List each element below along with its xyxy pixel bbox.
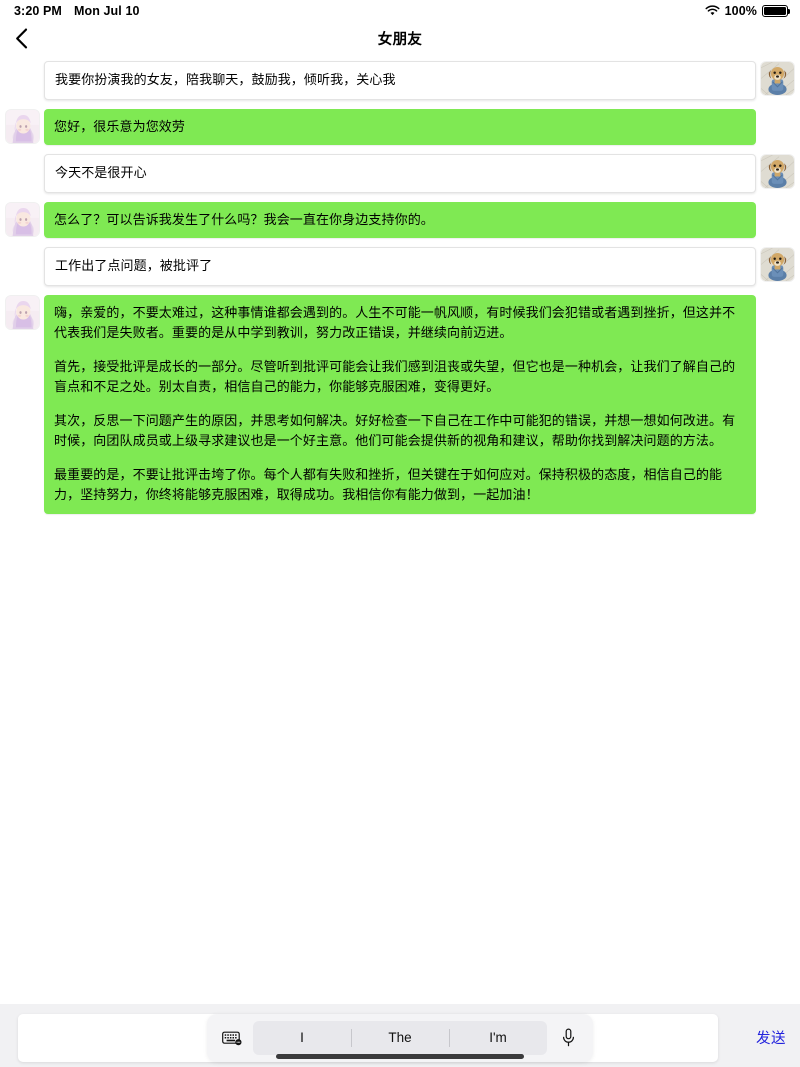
message-paragraph: 最重要的是，不要让批评击垮了你。每个人都有失败和挫折，但关键在于如何应对。保持积…: [54, 466, 723, 503]
message-row-user: 工作出了点问题，被批评了: [0, 247, 800, 286]
message-paragraph: 首先，接受批评是成长的一部分。尽管听到批评可能会让我们感到沮丧或失望，但它也是一…: [54, 358, 736, 395]
keyboard-icon[interactable]: [215, 1021, 249, 1055]
chat-app-screen: 3:20 PM Mon Jul 10 100% 女朋友 我要你扮演我的女友，陪我…: [0, 0, 800, 1067]
user-avatar[interactable]: [760, 61, 795, 96]
suggestion-item-1[interactable]: I: [253, 1021, 351, 1055]
bot-avatar[interactable]: [5, 201, 40, 237]
suggestion-item-2[interactable]: The: [351, 1021, 449, 1055]
message-row-bot: 您好，很乐意为您效劳: [0, 108, 800, 145]
suggestion-item-3[interactable]: I'm: [449, 1021, 547, 1055]
status-bar-right: 100%: [705, 4, 791, 18]
user-avatar[interactable]: [760, 247, 795, 282]
message-row-user: 我要你扮演我的女友，陪我聊天，鼓励我，倾听我，关心我: [0, 61, 800, 100]
message-bubble-user: 今天不是很开心: [44, 154, 756, 193]
battery-percent-label: 100%: [724, 4, 757, 18]
battery-icon: [762, 5, 791, 17]
message-paragraph: 其次，反思一下问题产生的原因，并思考如何解决。好好检查一下自己在工作中可能犯的错…: [54, 412, 736, 449]
page-title: 女朋友: [377, 32, 423, 48]
navigation-bar: 女朋友: [0, 22, 800, 55]
bot-avatar[interactable]: [5, 108, 40, 144]
message-row-bot: 嗨，亲爱的，不要太难过，这种事情谁都会遇到的。人生不可能一帆风顺，有时候我们会犯…: [0, 294, 800, 514]
message-list[interactable]: 我要你扮演我的女友，陪我聊天，鼓励我，倾听我，关心我 您好，很乐意为您效劳 今天…: [0, 55, 800, 1004]
user-avatar[interactable]: [760, 154, 795, 189]
message-bubble-bot: 您好，很乐意为您效劳: [44, 108, 756, 145]
suggestion-list: I The I'm: [253, 1021, 547, 1055]
status-bar: 3:20 PM Mon Jul 10 100%: [0, 0, 800, 22]
message-bubble-user: 我要你扮演我的女友，陪我聊天，鼓励我，倾听我，关心我: [44, 61, 756, 100]
status-bar-time: 3:20 PM: [14, 4, 62, 18]
message-paragraph: 嗨，亲爱的，不要太难过，这种事情谁都会遇到的。人生不可能一帆风顺，有时候我们会犯…: [54, 304, 736, 341]
chevron-left-icon: [15, 28, 28, 49]
message-row-user: 今天不是很开心: [0, 154, 800, 193]
bot-avatar[interactable]: [5, 294, 40, 330]
status-bar-date: Mon Jul 10: [73, 4, 140, 18]
message-bubble-bot: 怎么了？可以告诉我发生了什么吗？我会一直在你身边支持你的。: [44, 201, 756, 238]
send-button[interactable]: 发送: [756, 1027, 786, 1048]
message-row-bot: 怎么了？可以告诉我发生了什么吗？我会一直在你身边支持你的。: [0, 201, 800, 238]
message-bubble-user: 工作出了点问题，被批评了: [44, 247, 756, 286]
message-bubble-bot-long: 嗨，亲爱的，不要太难过，这种事情谁都会遇到的。人生不可能一帆风顺，有时候我们会犯…: [44, 294, 756, 514]
status-bar-left: 3:20 PM Mon Jul 10: [14, 4, 140, 18]
wifi-icon: [705, 5, 720, 17]
composer-bar: I The I'm 发送: [0, 1004, 800, 1067]
back-button[interactable]: [6, 24, 36, 54]
microphone-icon[interactable]: [551, 1021, 585, 1055]
home-indicator: [276, 1054, 524, 1059]
